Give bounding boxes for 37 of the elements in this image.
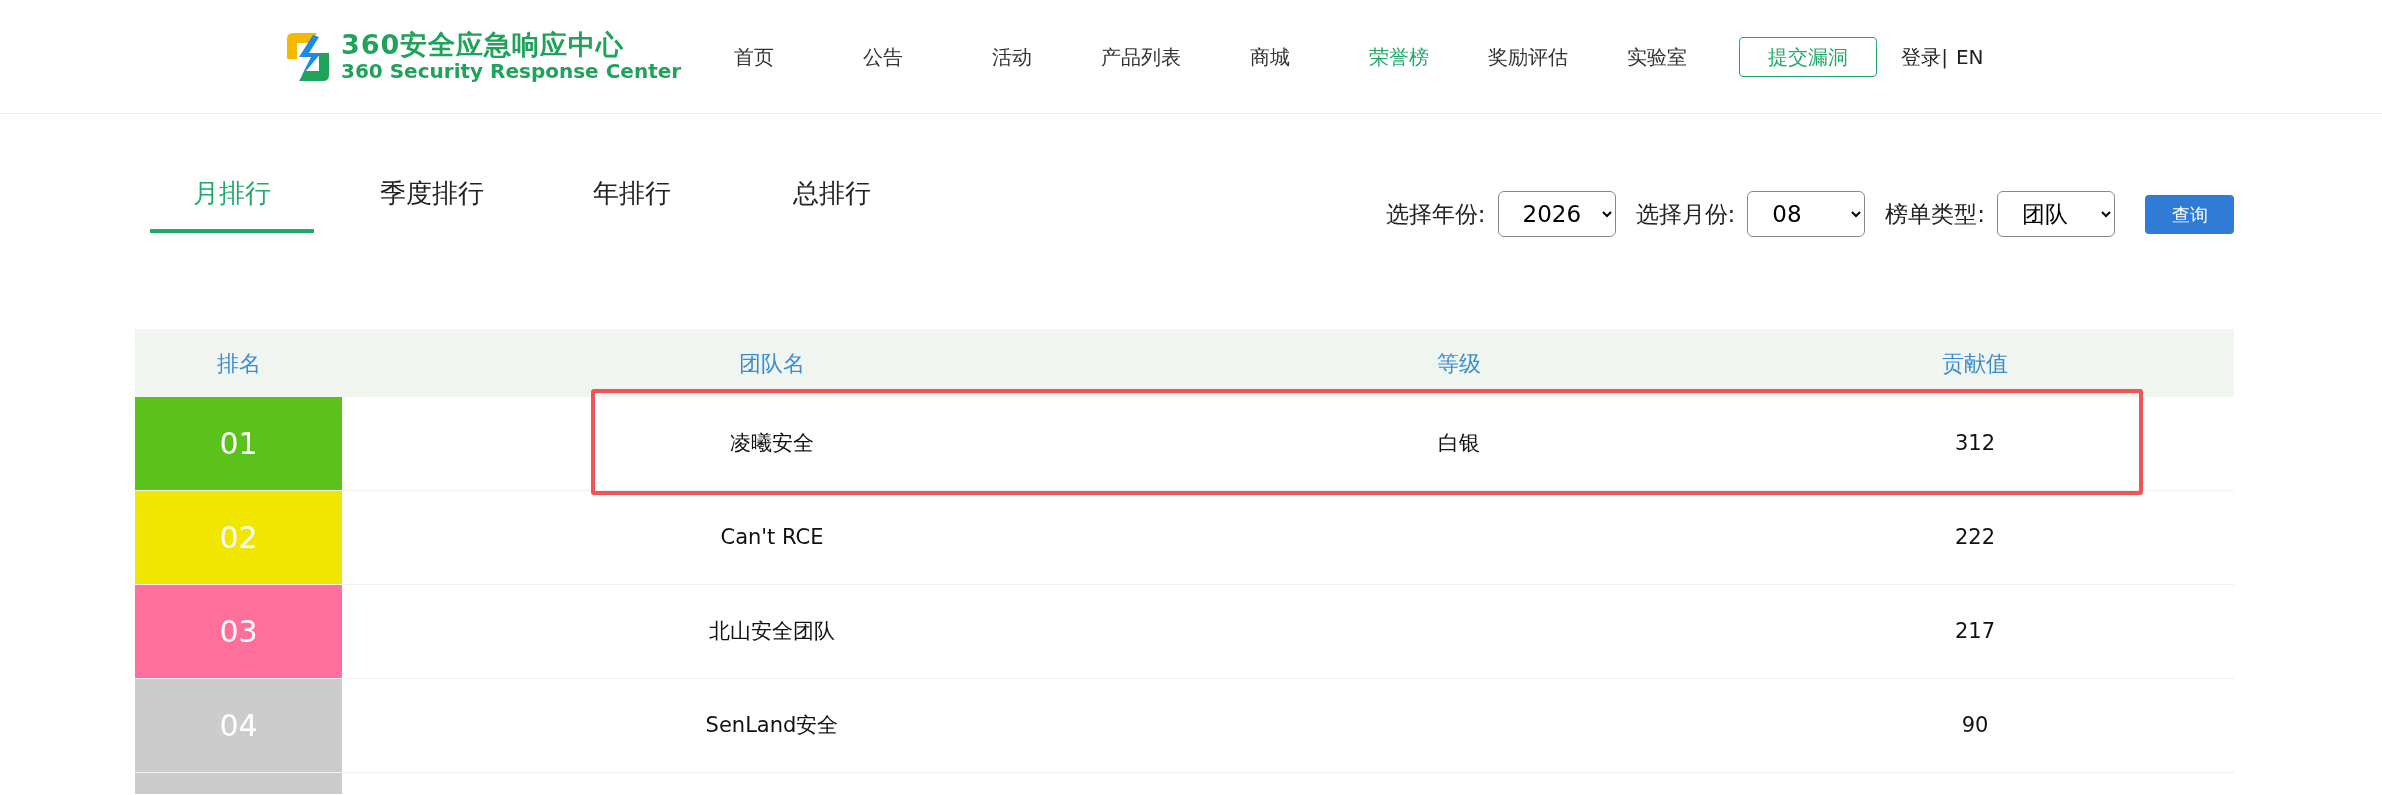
rank-cell: 02 — [135, 491, 342, 584]
table-cell: 90 — [1961, 712, 1989, 737]
nav-link[interactable]: 产品列表 — [1076, 41, 1206, 72]
column-header: 等级 — [1437, 350, 1481, 376]
filter-label: 选择年份: — [1385, 199, 1486, 229]
filter-select[interactable]: 08 — [1747, 191, 1866, 237]
table-cell: SenLand安全 — [705, 712, 839, 737]
column-header: 排名 — [216, 350, 261, 376]
logo-title: 360安全应急响应中心 — [341, 29, 626, 60]
filter-label: 榜单类型: — [1885, 199, 1985, 229]
ranking-tab[interactable]: 总排行 — [750, 160, 914, 233]
rank-cell: 03 — [135, 585, 342, 678]
nav-link[interactable]: 奖励评估 — [1463, 41, 1593, 72]
table-cell: 北山安全团队 — [709, 618, 835, 643]
logo-subtitle: 360 Security Response Center — [341, 59, 682, 84]
login-link[interactable]: 登录| — [1901, 41, 1948, 72]
table-cell: 312 — [1954, 430, 1996, 455]
nav-link[interactable]: 实验室 — [1592, 41, 1722, 72]
nav-link[interactable]: 商城 — [1205, 41, 1335, 72]
nav-link[interactable]: 活动 — [947, 41, 1077, 72]
column-header: 贡献值 — [1942, 350, 2008, 376]
query-button[interactable]: 查询 — [2145, 194, 2234, 234]
filter-select[interactable]: 2026 — [1497, 191, 1616, 237]
table-cell: 217 — [1954, 618, 1996, 643]
table-cell: 凌曦安全 — [730, 430, 814, 455]
ranking-tab[interactable]: 年排行 — [550, 160, 714, 233]
table-cell: 白银 — [1438, 430, 1480, 455]
rank-cell: 01 — [135, 397, 342, 490]
nav-link[interactable]: 首页 — [689, 41, 819, 72]
ranking-tab[interactable]: 季度排行 — [350, 160, 514, 233]
filter-label: 选择月份: — [1635, 199, 1736, 229]
filter-select[interactable]: 团队 — [1997, 191, 2115, 237]
table-cell: Can't RCE — [720, 524, 824, 549]
nav-link[interactable]: 公告 — [818, 41, 948, 72]
language-link[interactable]: EN — [1955, 41, 1984, 72]
column-header: 团队名 — [739, 350, 805, 376]
table-cell: 222 — [1954, 524, 1996, 549]
